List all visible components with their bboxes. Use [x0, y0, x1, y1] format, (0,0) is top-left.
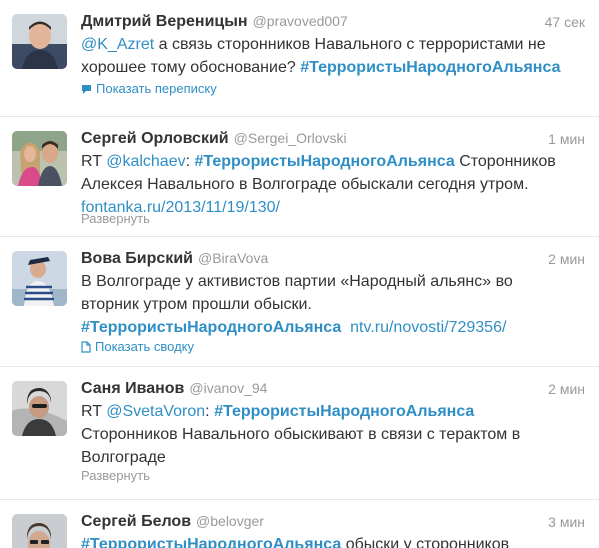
text-line: #ТеррористыНародногоАльянса обыски у сто…	[81, 533, 591, 548]
author-name[interactable]: Сергей Орловский	[81, 130, 229, 147]
text-run: вторник утром прошли обыски.	[81, 296, 312, 313]
author-handle[interactable]: @pravoved007	[253, 13, 348, 29]
url-link[interactable]: ntv.ru/novosti/729356/	[350, 319, 506, 336]
author-handle[interactable]: @ivanov_94	[189, 380, 267, 396]
text-run: а связь сторонников Навального с террори…	[154, 36, 546, 53]
text-line: Алексея Навального в Волгограде обыскали…	[81, 173, 591, 196]
text-run: хорошее тому обоснование?	[81, 59, 301, 76]
author-handle[interactable]: @belovger	[196, 513, 264, 529]
user-avatar[interactable]	[12, 131, 67, 186]
tweet-header: Сергей Белов @belovger 3 мин	[81, 513, 585, 533]
hashtag-link[interactable]: #ТеррористыНародногоАльянса	[81, 536, 341, 548]
tweet-header: Вова Бирский @BiraVova 2 мин	[81, 250, 585, 270]
user-avatar[interactable]	[12, 514, 67, 548]
text-line: Сторонников Навального обыскивают в связ…	[81, 423, 591, 446]
text-run: :	[205, 403, 215, 420]
tweet-timestamp[interactable]: 3 мин	[548, 514, 585, 530]
text-run: обыски у сторонников	[341, 536, 510, 548]
action-label: Развернуть	[81, 468, 150, 483]
text-run	[341, 319, 350, 336]
text-line: Волгограде	[81, 446, 591, 469]
expand-tweet-link[interactable]: Развернуть	[81, 211, 150, 226]
text-run: Алексея Навального в Волгограде обыскали…	[81, 176, 529, 193]
tweet-text: #ТеррористыНародногоАльянса обыски у сто…	[81, 533, 591, 548]
text-line: RT @SvetaVoron: #ТеррористыНародногоАлья…	[81, 400, 591, 423]
text-line: #ТеррористыНародногоАльянса ntv.ru/novos…	[81, 316, 591, 339]
tweet-item[interactable]: Сергей Орловский @Sergei_Orlovski 1 мин R…	[0, 117, 599, 237]
show-summary-link[interactable]: Показать сводку	[81, 339, 194, 354]
mention-link[interactable]: @kalchaev	[106, 153, 185, 170]
user-avatar[interactable]	[12, 251, 67, 306]
author-name[interactable]: Вова Бирский	[81, 250, 193, 267]
text-run: RT	[81, 153, 107, 170]
user-avatar[interactable]	[12, 14, 67, 69]
tweet-timestamp[interactable]: 2 мин	[548, 251, 585, 267]
text-line: @K_Azret а связь сторонников Навального …	[81, 33, 591, 56]
tweet-text: @K_Azret а связь сторонников Навального …	[81, 33, 591, 79]
tweet-header: Саня Иванов @ivanov_94 2 мин	[81, 380, 585, 400]
hashtag-link[interactable]: #ТеррористыНародногоАльянса	[300, 59, 560, 76]
text-run: Волгограде	[81, 449, 166, 466]
hashtag-link[interactable]: #ТеррористыНародногоАльянса	[214, 403, 474, 420]
tweet-item[interactable]: Дмитрий Вереницын @pravoved007 47 сек @K_…	[0, 0, 599, 117]
action-label: Показать сводку	[95, 339, 194, 354]
user-avatar[interactable]	[12, 381, 67, 436]
author-name[interactable]: Саня Иванов	[81, 380, 184, 397]
action-label: Показать переписку	[96, 81, 217, 96]
conversation-bubble-icon	[82, 85, 91, 94]
text-line: RT @kalchaev: #ТеррористыНародногоАльянс…	[81, 150, 591, 173]
tweet-text: RT @kalchaev: #ТеррористыНародногоАльянс…	[81, 150, 591, 219]
mention-link[interactable]: @SvetaVoron	[106, 403, 205, 420]
text-run: Сторонников	[454, 153, 556, 170]
tweet-header: Сергей Орловский @Sergei_Orlovski 1 мин	[81, 130, 585, 150]
action-label: Развернуть	[81, 211, 150, 226]
text-line: вторник утром прошли обыски.	[81, 293, 591, 316]
text-run: В Волгограде у активистов партии «Народн…	[81, 273, 513, 290]
text-run: RT	[81, 403, 107, 420]
tweet-timestamp[interactable]: 1 мин	[548, 131, 585, 147]
text-line: В Волгограде у активистов партии «Народн…	[81, 270, 591, 293]
author-handle[interactable]: @BiraVova	[198, 250, 268, 266]
tweet-text: В Волгограде у активистов партии «Народн…	[81, 270, 591, 339]
hashtag-link[interactable]: #ТеррористыНародногоАльянса	[194, 153, 454, 170]
author-handle[interactable]: @Sergei_Orlovski	[234, 130, 347, 146]
author-name[interactable]: Сергей Белов	[81, 513, 191, 530]
expand-tweet-link[interactable]: Развернуть	[81, 468, 150, 483]
tweet-item[interactable]: Саня Иванов @ivanov_94 2 мин RT @SvetaVor…	[0, 367, 599, 500]
tweet-timestamp[interactable]: 47 сек	[545, 14, 585, 30]
tweet-text: RT @SvetaVoron: #ТеррористыНародногоАлья…	[81, 400, 591, 469]
summary-document-icon	[81, 341, 91, 353]
mention-link[interactable]: @K_Azret	[81, 36, 154, 53]
tweet-header: Дмитрий Вереницын @pravoved007 47 сек	[81, 13, 585, 33]
text-line: fontanka.ru/2013/11/19/130/	[81, 196, 591, 219]
tweet-item[interactable]: Сергей Белов @belovger 3 мин #ТеррористыН…	[0, 500, 599, 548]
tweet-timeline: Дмитрий Вереницын @pravoved007 47 сек @K_…	[0, 0, 599, 548]
text-line: хорошее тому обоснование? #ТеррористыНар…	[81, 56, 591, 79]
hashtag-link[interactable]: #ТеррористыНародногоАльянса	[81, 319, 341, 336]
text-run: Сторонников Навального обыскивают в связ…	[81, 426, 521, 443]
show-conversation-link[interactable]: Показать переписку	[81, 81, 217, 96]
author-name[interactable]: Дмитрий Вереницын	[81, 13, 248, 30]
tweet-timestamp[interactable]: 2 мин	[548, 381, 585, 397]
tweet-item[interactable]: Вова Бирский @BiraVova 2 мин В Волгограде…	[0, 237, 599, 367]
